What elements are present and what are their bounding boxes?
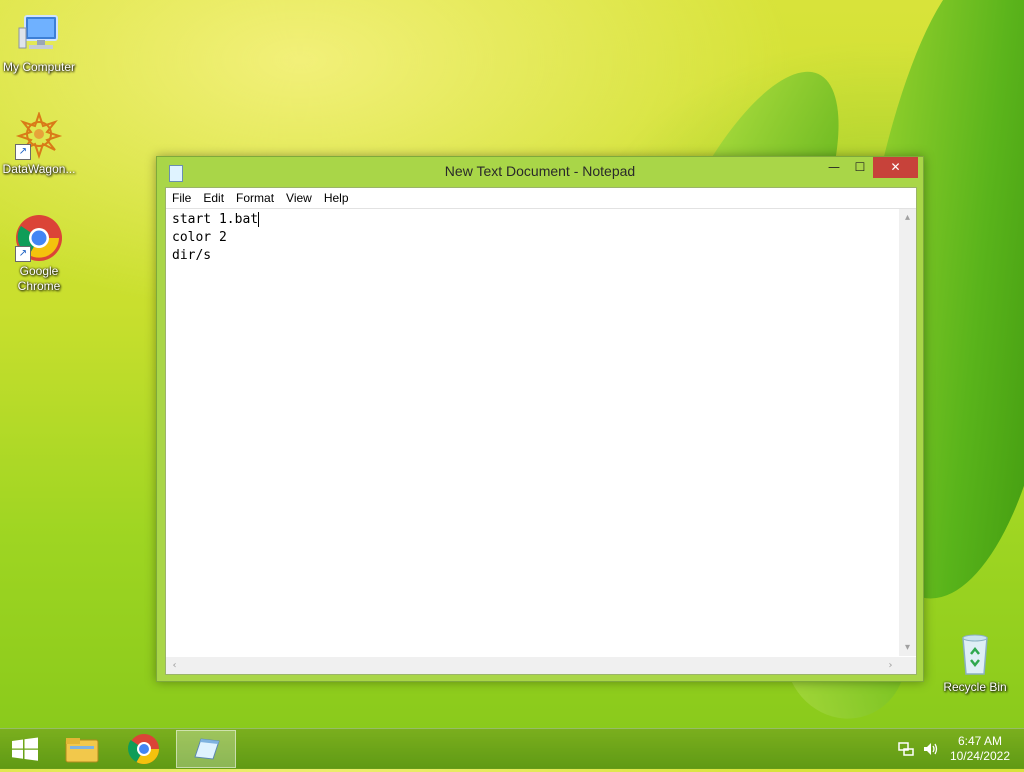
menu-view[interactable]: View xyxy=(280,188,318,205)
volume-icon[interactable] xyxy=(922,741,940,757)
minimize-button[interactable]: — xyxy=(821,157,847,178)
text-caret xyxy=(258,212,260,227)
windows-logo-icon xyxy=(12,737,38,761)
recycle-bin-icon xyxy=(951,630,999,678)
menu-bar: File Edit Format View Help xyxy=(166,188,916,209)
menu-help[interactable]: Help xyxy=(318,188,355,205)
start-button[interactable] xyxy=(0,730,50,768)
scroll-right-icon[interactable]: › xyxy=(882,657,899,674)
notepad-client-area: File Edit Format View Help start 1.bat color … xyxy=(165,187,917,675)
window-title: New Text Document - Notepad xyxy=(444,163,636,179)
scroll-down-icon[interactable]: ▾ xyxy=(899,639,916,656)
scroll-up-icon[interactable]: ▴ xyxy=(899,209,916,226)
close-button[interactable]: ✕ xyxy=(873,157,918,178)
chrome-icon: ↗ xyxy=(15,214,63,262)
shortcut-arrow-icon: ↗ xyxy=(15,246,31,262)
network-icon[interactable] xyxy=(898,741,914,757)
desktop-icon-label: Google Chrome xyxy=(17,264,61,293)
text-line: color 2 xyxy=(172,230,227,245)
maximize-button[interactable]: ☐ xyxy=(847,157,873,178)
notepad-icon xyxy=(194,738,220,760)
computer-icon xyxy=(15,10,63,58)
vertical-scrollbar[interactable]: ▴ ▾ xyxy=(899,209,916,656)
desktop-icon-google-chrome[interactable]: ↗ Google Chrome xyxy=(1,214,77,294)
notepad-titlebar[interactable]: New Text Document - Notepad — ☐ ✕ xyxy=(157,157,923,187)
horizontal-scrollbar[interactable]: ‹ › xyxy=(166,657,899,674)
chrome-icon xyxy=(128,734,159,765)
resize-grip-icon[interactable] xyxy=(899,657,916,674)
text-line: start 1.bat xyxy=(172,212,260,227)
menu-edit[interactable]: Edit xyxy=(197,188,230,205)
desktop-icon-my-computer[interactable]: My Computer xyxy=(1,10,77,75)
shortcut-arrow-icon: ↗ xyxy=(15,144,31,160)
datawagon-icon: ↗ xyxy=(15,110,63,160)
text-editor[interactable]: start 1.bat color 2 dir/s xyxy=(166,209,898,655)
desktop-icon-label: My Computer xyxy=(2,60,76,74)
desktop-icon-label: DataWagon... xyxy=(2,162,76,176)
menu-file[interactable]: File xyxy=(166,188,197,205)
desktop-icon-label: Recycle Bin xyxy=(943,680,1007,694)
desktop-icon-datawagon[interactable]: ↗ DataWagon... xyxy=(1,110,77,177)
scroll-left-icon[interactable]: ‹ xyxy=(166,657,183,674)
taskbar-file-explorer[interactable] xyxy=(52,730,112,768)
taskbar: 6:47 AM 10/24/2022 xyxy=(0,728,1024,769)
menu-format[interactable]: Format xyxy=(230,188,280,205)
notepad-window: New Text Document - Notepad — ☐ ✕ File Ed… xyxy=(156,156,924,682)
system-clock[interactable]: 6:47 AM 10/24/2022 xyxy=(950,734,1010,764)
clock-time: 6:47 AM xyxy=(957,734,1002,748)
file-explorer-icon xyxy=(65,738,99,763)
taskbar-chrome[interactable] xyxy=(114,730,174,768)
clock-date: 10/24/2022 xyxy=(949,749,1010,763)
text-line: dir/s xyxy=(172,248,212,263)
desktop-icon-recycle-bin[interactable]: Recycle Bin xyxy=(937,630,1013,695)
taskbar-notepad[interactable] xyxy=(176,730,236,768)
